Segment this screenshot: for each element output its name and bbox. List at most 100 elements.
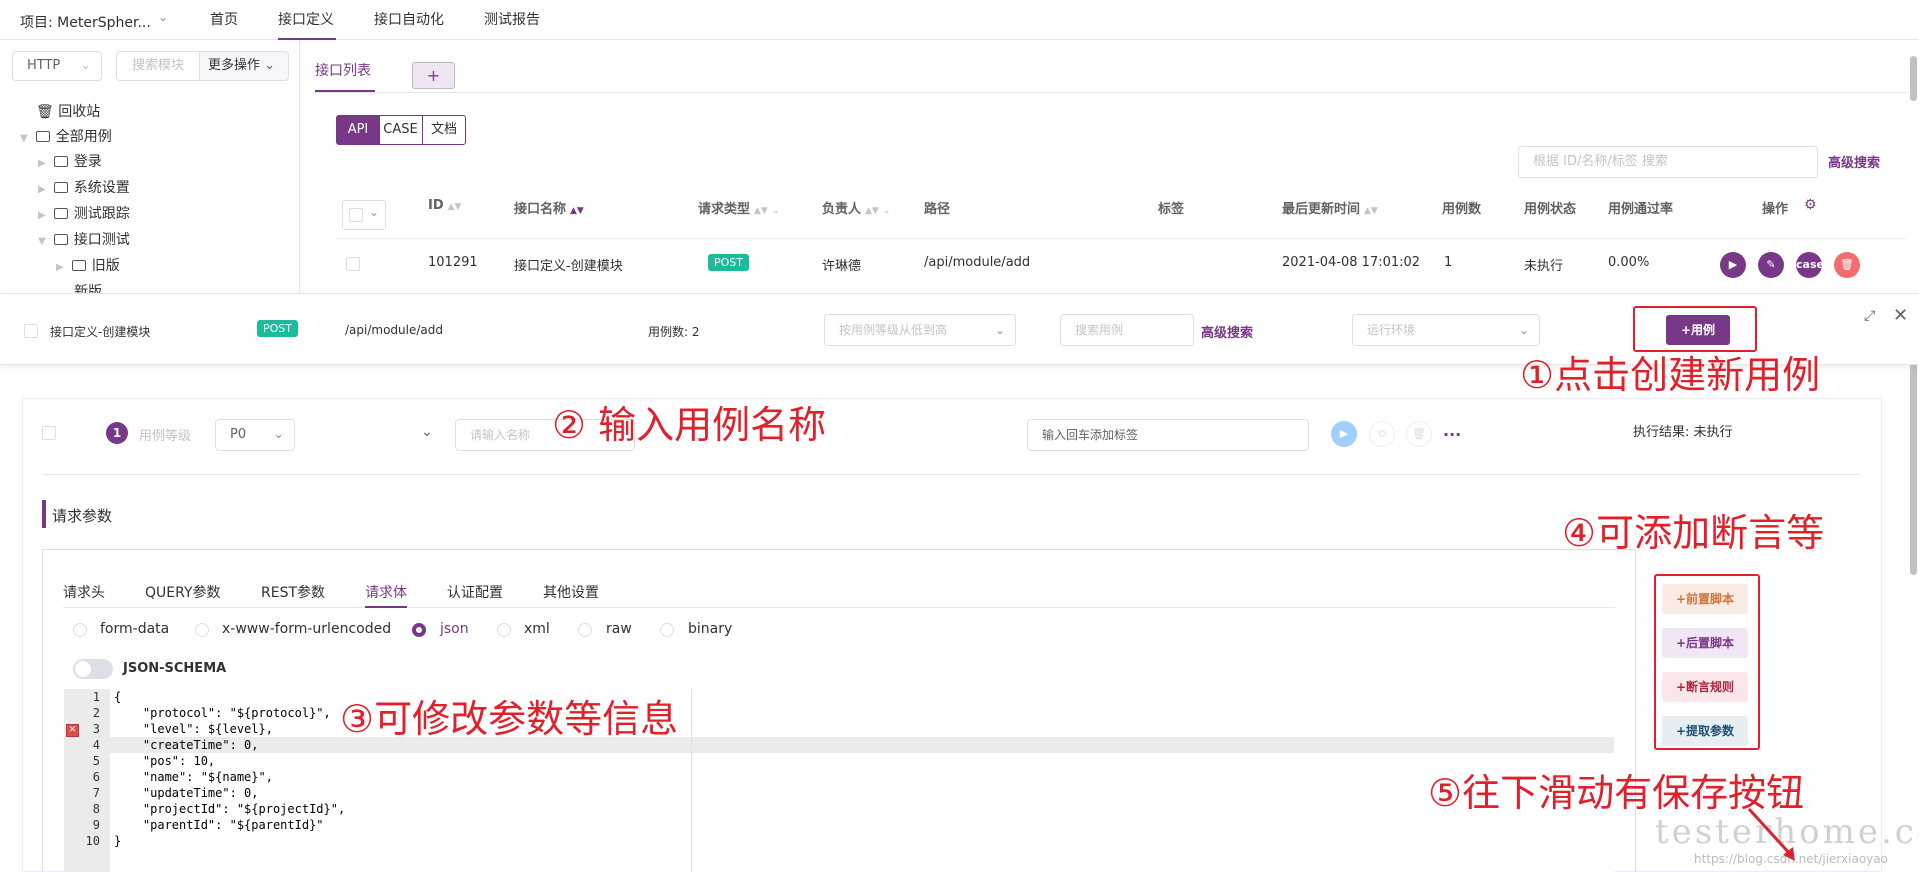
copy-icon[interactable]: ⧉	[1369, 421, 1395, 447]
tree-login[interactable]: ▶ 登录	[38, 151, 102, 171]
add-extract-param-button[interactable]: +提取参数	[1662, 716, 1748, 746]
toggle-knob	[75, 661, 91, 677]
tab-headers[interactable]: 请求头	[63, 582, 105, 602]
col-id[interactable]: ID ▲▼	[428, 198, 461, 213]
case-tag-input[interactable]: 输入回车添加标签	[1027, 419, 1309, 451]
caret-down-icon[interactable]: ▼	[20, 133, 28, 144]
tree-all-cases[interactable]: ▼ 全部用例	[20, 126, 112, 146]
api-search-input[interactable]: 根据 ID/名称/标签 搜索	[1518, 146, 1818, 178]
caret-right-icon[interactable]: ▶	[38, 184, 46, 195]
tree-api-test[interactable]: ▼ 接口测试	[38, 229, 130, 249]
folder-icon	[71, 260, 86, 271]
case-button[interactable]: case	[1796, 252, 1824, 278]
filter-icon[interactable]: ⌄	[883, 206, 891, 216]
segment-case[interactable]: CASE	[379, 115, 423, 145]
annotation-3: ③可修改参数等信息	[340, 697, 679, 741]
col-owner[interactable]: 负责人 ▲▼ ⌄	[822, 198, 890, 217]
add-tab-button[interactable]: +	[412, 62, 455, 89]
advanced-search-link[interactable]: 高级搜索	[1828, 152, 1880, 171]
nav-api-definition[interactable]: 接口定义	[278, 0, 336, 40]
sort-icon[interactable]: ▲▼	[448, 202, 462, 212]
close-icon[interactable]: ✕	[1893, 305, 1908, 326]
edit-icon[interactable]: ✎	[1758, 252, 1784, 278]
add-pre-script-button[interactable]: +前置脚本	[1662, 584, 1748, 614]
project-selector[interactable]: 项目: MeterSpher...	[20, 12, 151, 32]
col-case-count: 用例数	[1442, 202, 1482, 217]
json-schema-label: JSON-SCHEMA	[123, 661, 227, 676]
radio-urlencoded[interactable]	[195, 623, 209, 637]
tree-old-version[interactable]: ▶ 旧版	[56, 255, 120, 275]
row-name[interactable]: 接口定义-创建模块	[514, 255, 623, 274]
settings-gear-icon[interactable]: ⚙	[1804, 197, 1817, 213]
exec-result: 执行结果: 未执行	[1633, 425, 1733, 440]
radio-raw[interactable]	[578, 623, 592, 637]
run-case-icon[interactable]: ▶	[1331, 421, 1357, 447]
tab-api-list[interactable]: 接口列表	[315, 60, 371, 80]
watermark-url: https://blog.csdn.net/jierxiaoyao	[1694, 852, 1888, 866]
more-operations-dropdown[interactable]: 更多操作 ⌄	[199, 51, 289, 81]
tree-system-settings[interactable]: ▶ 系统设置	[38, 177, 130, 197]
segment-doc[interactable]: 文档	[422, 115, 466, 145]
json-schema-toggle[interactable]	[73, 659, 113, 679]
case-checkbox[interactable]	[42, 426, 56, 440]
chevron-down-icon[interactable]: ⌄	[158, 10, 168, 24]
segment-api[interactable]: API	[336, 115, 380, 145]
case-search-input[interactable]: 搜索用例	[1060, 314, 1194, 346]
protocol-select[interactable]: HTTP ⌄	[12, 51, 102, 81]
caret-down-icon[interactable]: ▼	[38, 236, 46, 247]
tab-query[interactable]: QUERY参数	[145, 582, 221, 602]
nav-test-report[interactable]: 测试报告	[484, 0, 540, 40]
col-updated[interactable]: 最后更新时间 ▲▼	[1282, 198, 1378, 217]
col-name[interactable]: 接口名称 ▲▼	[514, 198, 584, 217]
nav-home[interactable]: 首页	[210, 0, 238, 40]
expand-icon[interactable]: ⤢	[1864, 308, 1875, 324]
row-checkbox[interactable]	[346, 257, 360, 271]
tab-rest[interactable]: REST参数	[261, 582, 325, 602]
delete-case-icon[interactable]: 🗑	[1406, 421, 1432, 447]
tab-other-settings[interactable]: 其他设置	[543, 582, 599, 602]
tab-body[interactable]: 请求体	[365, 582, 407, 602]
row-id: 101291	[428, 255, 478, 270]
case-level-select[interactable]: P0 ⌄	[215, 419, 295, 451]
more-icon[interactable]: ...	[1443, 421, 1461, 440]
add-post-script-button[interactable]: +后置脚本	[1662, 628, 1748, 658]
row-pass-rate: 0.00%	[1608, 255, 1650, 270]
module-search-input[interactable]: 搜索模块	[116, 51, 200, 81]
sort-icon[interactable]: ▲▼	[1364, 206, 1378, 216]
line-number: 7	[92, 786, 100, 800]
radio-form-data[interactable]	[73, 623, 87, 637]
col-method[interactable]: 请求类型 ▲▼ ⌄	[698, 198, 779, 217]
run-icon[interactable]: ▶	[1720, 252, 1746, 278]
page-scrollbar[interactable]	[1910, 56, 1917, 101]
col-tags: 标签	[1158, 202, 1185, 217]
select-all-checkbox[interactable]	[349, 208, 363, 222]
line-number: 4	[92, 738, 100, 752]
caret-right-icon[interactable]: ▶	[56, 262, 64, 273]
tree-recycle-bin[interactable]: 🗑 回收站	[36, 101, 100, 121]
add-assertion-button[interactable]: +断言规则	[1662, 672, 1748, 702]
radio-binary[interactable]	[660, 623, 674, 637]
sort-icon[interactable]: ▲▼	[754, 206, 768, 216]
filter-icon[interactable]: ⌄	[772, 206, 780, 216]
radio-xml[interactable]	[497, 623, 511, 637]
case-expand-chevron-icon[interactable]: ⌄	[421, 424, 433, 440]
caret-right-icon[interactable]: ▶	[38, 210, 46, 221]
select-all-dropdown[interactable]: ⌄	[342, 200, 386, 230]
tree-new-version[interactable]: 新版	[74, 281, 102, 293]
nav-api-automation[interactable]: 接口自动化	[374, 0, 444, 40]
tab-divider	[315, 92, 1907, 93]
line-number: 1	[92, 690, 100, 704]
delete-icon[interactable]: 🗑	[1834, 252, 1860, 278]
case-sort-select[interactable]: 按用例等级从低到高 ⌄	[824, 314, 1016, 346]
drawer-checkbox[interactable]	[24, 324, 38, 338]
drawer-advanced-search-link[interactable]: 高级搜索	[1201, 322, 1253, 341]
tab-auth[interactable]: 认证配置	[447, 582, 503, 602]
sort-icon[interactable]: ▲▼	[570, 206, 584, 216]
run-env-select[interactable]: 运行环境 ⌄	[1352, 314, 1540, 346]
sort-icon[interactable]: ▲▼	[865, 206, 879, 216]
caret-right-icon[interactable]: ▶	[38, 158, 46, 169]
drawer-scrollbar[interactable]	[1910, 360, 1917, 575]
case-level-value: P0	[230, 427, 247, 442]
tree-test-tracking[interactable]: ▶ 测试跟踪	[38, 203, 130, 223]
radio-json-selected[interactable]	[412, 623, 426, 637]
